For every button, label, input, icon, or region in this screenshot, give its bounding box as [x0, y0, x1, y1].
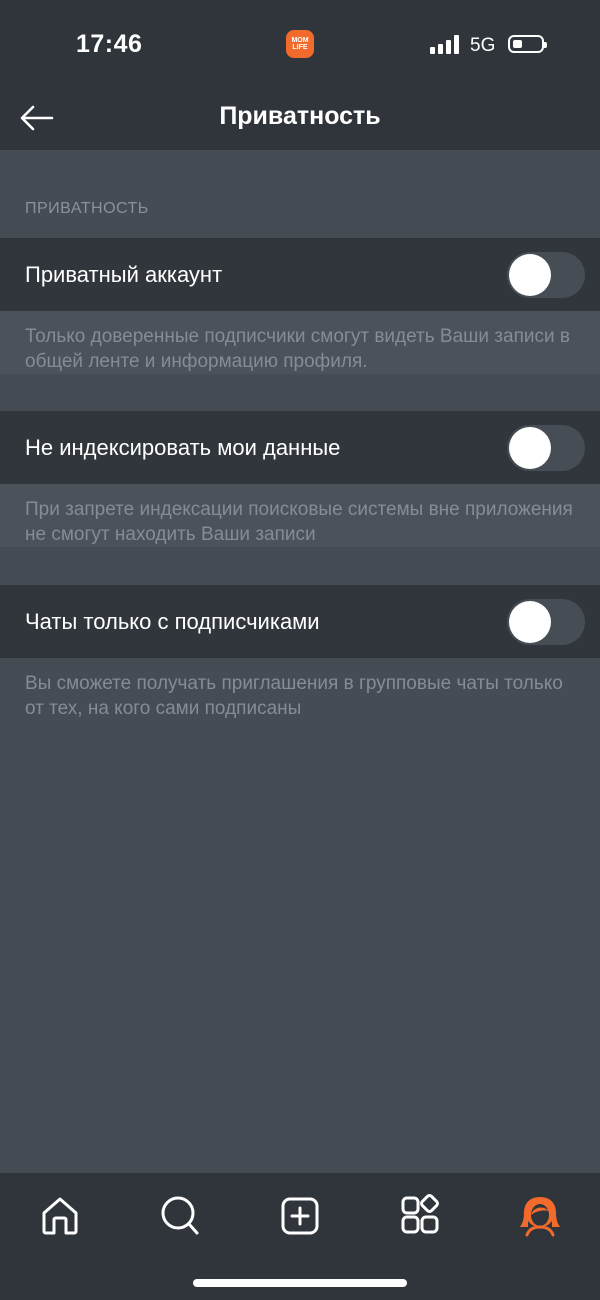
setting-description: При запрете индексации поисковые системы… [0, 484, 600, 547]
status-time: 17:46 [76, 30, 143, 58]
battery-icon [508, 35, 547, 53]
toggle-knob [509, 601, 551, 643]
setting-row-chats-followers-only: Чаты только с подписчиками [0, 585, 600, 658]
tab-profile[interactable] [515, 1191, 565, 1241]
page-title: Приватность [219, 102, 381, 130]
signal-strength-icon [430, 35, 462, 54]
tab-add-post[interactable] [275, 1191, 325, 1241]
profile-avatar-icon [520, 1197, 560, 1237]
tab-home[interactable] [35, 1191, 85, 1241]
section-header: ПРИВАТНОСТЬ [25, 200, 149, 217]
setting-label: Приватный аккаунт [25, 262, 223, 287]
navigation-bar: Приватность [0, 88, 600, 150]
status-bar: 17:46 MOM LIFE 5G [0, 0, 600, 88]
setting-label: Не индексировать мои данные [25, 435, 341, 460]
setting-row-no-indexing: Не индексировать мои данные [0, 411, 600, 484]
search-icon [161, 1196, 199, 1235]
private-account-toggle[interactable] [507, 252, 585, 298]
setting-description: Вы сможете получать приглашения в группо… [25, 673, 563, 719]
home-indicator [193, 1279, 407, 1287]
app-badge-icon: MOM LIFE [286, 30, 314, 58]
chats-followers-only-toggle[interactable] [507, 599, 585, 645]
setting-label: Чаты только с подписчиками [25, 609, 320, 634]
home-icon [42, 1197, 78, 1235]
toggle-knob [509, 254, 551, 296]
setting-description: Только доверенные подписчики смогут виде… [0, 311, 600, 374]
toggle-knob [509, 427, 551, 469]
no-indexing-toggle[interactable] [507, 425, 585, 471]
network-type: 5G [470, 35, 496, 56]
tab-apps[interactable] [395, 1191, 445, 1241]
apps-grid-icon [401, 1194, 439, 1234]
add-post-icon [281, 1197, 319, 1235]
setting-row-private-account: Приватный аккаунт [0, 238, 600, 311]
tab-search[interactable] [155, 1191, 205, 1241]
